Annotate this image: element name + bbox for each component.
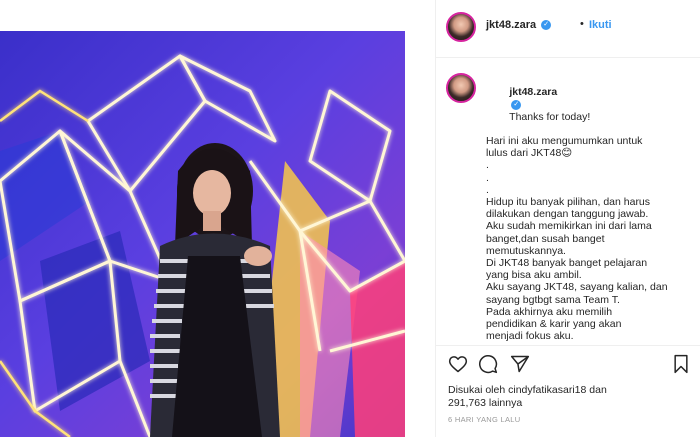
username-text[interactable]: jkt48.zara: [486, 19, 536, 31]
caption-line: memutuskannya.: [486, 244, 566, 257]
post-photo[interactable]: [0, 31, 405, 437]
comment-icon[interactable]: [478, 354, 498, 379]
caption-line: sayang bgtbgt sama Team T.: [486, 293, 620, 306]
post-timestamp[interactable]: 6 HARI YANG LALU: [448, 415, 520, 424]
caption-line: .: [486, 171, 489, 184]
bookmark-icon[interactable]: [672, 354, 690, 379]
caption-line: Di JKT48 banyak banget pelajaran: [486, 257, 648, 270]
caption-avatar[interactable]: [446, 73, 476, 103]
heart-icon[interactable]: [448, 354, 468, 379]
caption-line: menjadi fokus aku.: [486, 330, 574, 343]
comments-area: jkt48.zara ✓ Thanks for today! Hari ini …: [436, 59, 700, 344]
likes-summary: Disukai oleh cindyfatikasari18 dan 291,7…: [448, 384, 698, 410]
caption-line: lulus dari JKT48😊: [486, 147, 573, 160]
avatar[interactable]: [446, 12, 476, 42]
caption-line: Aku sayang JKT48, sayang kalian, dan: [486, 281, 668, 294]
caption-line: dilakukan dengan tanggung jawab.: [486, 208, 649, 221]
post-header: jkt48.zara ✓ • Ikuti: [436, 0, 700, 58]
action-bar: [436, 345, 700, 381]
caption-line: .: [486, 159, 489, 172]
likes-count[interactable]: 291,763: [448, 397, 486, 409]
likes-and: dan: [589, 384, 607, 396]
caption-line: Hari ini aku mengumumkan untuk: [486, 135, 643, 148]
likes-user-link[interactable]: cindyfatikasari18: [508, 384, 586, 396]
likes-suffix[interactable]: lainnya: [489, 397, 522, 409]
post-side-panel: jkt48.zara ✓ • Ikuti jkt48.zara ✓ Thanks…: [435, 0, 700, 437]
separator-dot: •: [580, 18, 584, 30]
caption-line: pendidikan & karir yang akan: [486, 318, 622, 331]
caption-username[interactable]: jkt48.zara: [509, 86, 557, 98]
post-caption: jkt48.zara ✓ Thanks for today! Hari ini …: [486, 74, 696, 344]
header-username[interactable]: jkt48.zara ✓: [486, 19, 552, 31]
caption-line: Hidup itu banyak pilihan, dan harus: [486, 196, 651, 209]
share-icon[interactable]: [510, 354, 530, 379]
caption-line: Aku sudah memikirkan ini dari lama: [486, 220, 652, 233]
caption-line: banget,dan susah banget: [486, 232, 605, 245]
verified-badge-icon: ✓: [541, 20, 552, 31]
verified-badge-icon: ✓: [511, 99, 522, 110]
follow-button[interactable]: Ikuti: [589, 19, 612, 31]
likes-prefix: Disukai oleh: [448, 384, 506, 396]
caption-first-line: Thanks for today!: [509, 110, 591, 123]
neon-photo-art: [0, 31, 405, 437]
caption-line: Pada akhirnya aku memilih: [486, 305, 613, 318]
caption-line: .: [486, 183, 489, 196]
caption-line: yang bisa aku ambil.: [486, 269, 582, 282]
caption-line: .: [486, 342, 696, 344]
